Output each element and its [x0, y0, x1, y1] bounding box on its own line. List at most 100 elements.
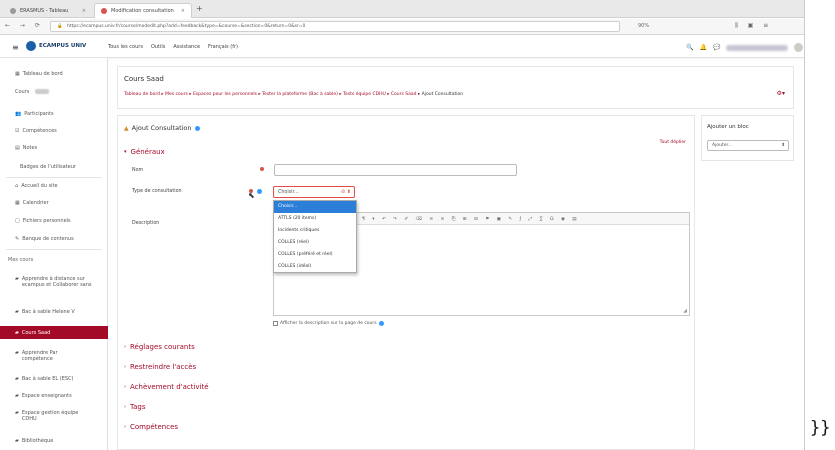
- browser-toolbar: ← → ⟳ ⌂ 🔒 https://ecampus.univ.fr/course…: [0, 19, 804, 35]
- tab-label: Modification consultation: [111, 8, 174, 14]
- browser-tab-2[interactable]: Modification consultation ×: [94, 3, 192, 18]
- chevron-right-icon: ›: [124, 424, 126, 430]
- expand-all-link[interactable]: Tout déplier: [660, 140, 686, 145]
- breadcrumb-item[interactable]: Cours Saad: [391, 92, 417, 97]
- breadcrumb-item[interactable]: Tester la plateforme (Bac à sable): [262, 92, 338, 97]
- sidebar-item-label: Banque de contenus: [22, 236, 74, 242]
- browser-tab-1[interactable]: ERASMUS - Tableau ×: [4, 3, 92, 18]
- chat-icon[interactable]: 💬: [713, 44, 720, 51]
- sidebar-item-content-bank[interactable]: ✎ Banque de contenus: [0, 236, 108, 242]
- section-title: Compétences: [130, 423, 179, 431]
- page-title: Cours Saad: [124, 75, 164, 83]
- sidebar-item-files[interactable]: ▢ Fichiers personnels: [0, 218, 108, 224]
- menu-item[interactable]: Assistance: [173, 44, 200, 50]
- lock-icon: 🔒: [57, 24, 63, 29]
- add-block-select[interactable]: Ajouter... ⬍: [707, 140, 789, 151]
- sidebar-item-competences[interactable]: ☑ Compétences: [0, 128, 108, 134]
- section-general-header[interactable]: ▾ Généraux: [124, 148, 165, 156]
- chevron-down-icon: ▾: [124, 149, 127, 155]
- help-icon[interactable]: [378, 321, 384, 326]
- bell-icon[interactable]: 🔔: [699, 44, 706, 51]
- course-icon: ▰: [15, 376, 19, 382]
- section-title: Tags: [130, 403, 146, 411]
- section-completion[interactable]: › Achèvement d'activité: [124, 383, 209, 391]
- menu-toggle-icon[interactable]: ≡: [12, 43, 19, 52]
- form-title-text: Ajout Consultation: [131, 124, 192, 132]
- sidebar-item-label: Notes: [22, 145, 38, 151]
- course-icon: ▰: [15, 410, 19, 416]
- show-description-option[interactable]: Afficher la description sur la page de c…: [273, 321, 384, 326]
- main-form: ▲ Ajout Consultation Tout déplier ▾ Géné…: [117, 115, 695, 450]
- section-competencies[interactable]: › Compétences: [124, 423, 178, 431]
- avatar[interactable]: [794, 43, 804, 52]
- section-common-settings[interactable]: › Réglages courants: [124, 343, 195, 351]
- required-icon: [260, 167, 264, 171]
- breadcrumb-item[interactable]: Mes cours: [165, 92, 188, 97]
- sidebar-item-participants[interactable]: 👥 Participants: [0, 111, 108, 117]
- browser-menu-icons[interactable]: ⫼ ▣ ≡: [735, 22, 772, 30]
- address-bar[interactable]: 🔒 https://ecampus.univ.fr/course/modedit…: [50, 21, 620, 32]
- browser-window: ERASMUS - Tableau × Modification consult…: [0, 0, 805, 450]
- dropdown-option[interactable]: COLLES (idéal): [274, 261, 356, 273]
- username[interactable]: [726, 44, 789, 51]
- add-block-panel: Ajouter un bloc Ajouter... ⬍: [701, 115, 794, 161]
- help-icon[interactable]: [257, 189, 262, 194]
- sidebar-course-4[interactable]: ▰ Apprendre Par compétence: [0, 350, 108, 362]
- resize-handle-icon[interactable]: ◢: [683, 308, 687, 314]
- section-restrict-access[interactable]: › Restreindre l'accès: [124, 363, 196, 371]
- users-icon: 👥: [15, 111, 22, 117]
- close-tab-icon[interactable]: ×: [82, 8, 86, 14]
- sidebar-divider: [6, 249, 102, 250]
- dropdown-option[interactable]: ATTLS (20 items): [274, 213, 356, 225]
- browser-tab-bar: ERASMUS - Tableau × Modification consult…: [0, 0, 804, 18]
- sidebar-course-7[interactable]: ▰ Espace gestion équipe CDHU: [0, 410, 108, 422]
- sidebar-course-6[interactable]: ▰ Espace enseignants: [0, 393, 108, 399]
- calendar-icon: ▦: [15, 200, 20, 206]
- feedback-module-icon: ▲: [124, 124, 129, 132]
- menu-item[interactable]: Français (fr): [208, 44, 238, 50]
- gear-icon[interactable]: ⚙▾: [777, 90, 785, 97]
- sidebar-course-1[interactable]: ▰ Apprendre à distance sur ecampus et Co…: [0, 276, 108, 288]
- sidebar-course-8[interactable]: ▰ Bibliothèque: [0, 438, 108, 444]
- sidebar-section-my-courses: Mes cours: [0, 257, 108, 263]
- chevron-right-icon: ›: [124, 384, 126, 390]
- breadcrumb-item[interactable]: Tableau de bord: [124, 92, 160, 97]
- dropdown-option[interactable]: COLLES (préféré et réel): [274, 249, 356, 261]
- dropdown-option[interactable]: Incidents critiques: [274, 225, 356, 237]
- sidebar-course-5[interactable]: ▰ Bac à sable EL (ESC): [0, 376, 108, 382]
- breadcrumb-item[interactable]: Espaces pour les personnels: [193, 92, 257, 97]
- sidebar-item-label: Calendrier: [22, 200, 49, 206]
- name-input[interactable]: [274, 164, 517, 176]
- menu-item[interactable]: Tous les cours: [108, 44, 143, 50]
- course-icon: ▰: [15, 393, 19, 399]
- close-tab-icon[interactable]: ×: [181, 8, 185, 14]
- search-icon[interactable]: 🔍: [686, 44, 693, 51]
- description-label: Description: [132, 221, 160, 226]
- sidebar-course-active[interactable]: ▰ Cours Saad: [0, 326, 108, 339]
- dropdown-option[interactable]: COLLES (réel): [274, 237, 356, 249]
- zoom-level[interactable]: 90%: [638, 23, 649, 29]
- new-tab-icon[interactable]: +: [196, 4, 203, 13]
- menu-item[interactable]: Outils: [151, 44, 165, 50]
- chevron-down-icon: ⬍: [781, 143, 785, 148]
- help-icon[interactable]: [194, 125, 200, 131]
- sidebar-item-notes[interactable]: ▤ Notes: [0, 145, 108, 151]
- page-header: Cours Saad Tableau de bord ▸ Mes cours ▸…: [117, 66, 794, 109]
- sidebar-item-course[interactable]: Cours: [0, 89, 108, 95]
- site-logo[interactable]: ECAMPUS UNIV: [26, 41, 86, 51]
- section-tags[interactable]: › Tags: [124, 403, 146, 411]
- sidebar-item-label: Espace enseignants: [21, 393, 72, 399]
- sidebar-course-2[interactable]: ▰ Bac à sable Helene V: [0, 309, 108, 315]
- dropdown-option[interactable]: Choisir...: [274, 201, 356, 213]
- breadcrumb-current: Ajout Consultation: [421, 92, 464, 97]
- breadcrumb-item[interactable]: Tests équipe CDHU: [343, 92, 386, 97]
- sidebar-item-home[interactable]: ⌂ Accueil du site: [0, 183, 108, 189]
- sidebar-item-dashboard[interactable]: ▦ Tableau de bord: [0, 71, 108, 77]
- type-select[interactable]: Choisir... ⊘ ⬍: [273, 186, 355, 198]
- show-description-checkbox[interactable]: [273, 321, 278, 326]
- sidebar-item-calendar[interactable]: ▦ Calendrier: [0, 200, 108, 206]
- mouse-cursor-icon: ⬉: [248, 191, 255, 200]
- select-value: Ajouter...: [712, 143, 733, 148]
- sidebar-item-badges[interactable]: Badges de l'utilisateur: [0, 164, 108, 170]
- form-title: ▲ Ajout Consultation: [124, 124, 200, 132]
